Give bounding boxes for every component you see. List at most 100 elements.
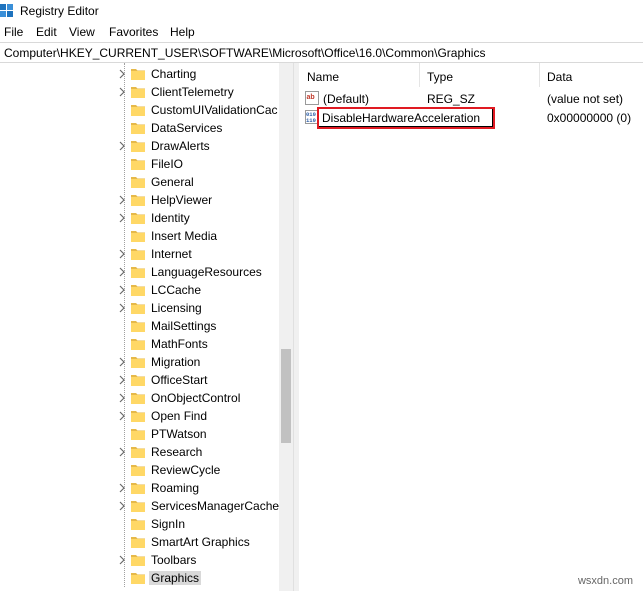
tree-item-label: ClientTelemetry: [151, 85, 234, 99]
chevron-right-icon[interactable]: [117, 482, 127, 494]
folder-icon: [131, 267, 145, 278]
value-name: (Default): [323, 92, 370, 106]
folder-icon: [131, 519, 145, 530]
folder-icon: [131, 447, 145, 458]
tree-item[interactable]: DrawAlerts: [0, 137, 279, 155]
folder-icon: [131, 249, 145, 260]
tree-item-label: Roaming: [151, 481, 200, 495]
chevron-right-icon[interactable]: [117, 194, 127, 206]
tree-item[interactable]: ServicesManagerCache: [0, 497, 279, 515]
chevron-right-icon[interactable]: [117, 68, 127, 80]
tree-scrollbar[interactable]: [279, 63, 293, 591]
tree-item-label: Insert Media: [151, 229, 218, 243]
chevron-right-icon[interactable]: [117, 356, 127, 368]
chevron-right-icon[interactable]: [117, 248, 127, 260]
value-row[interactable]: ab (Default) REG_SZ (value not set): [299, 89, 643, 109]
menu-help[interactable]: Help: [170, 25, 195, 39]
values-list[interactable]: Name Type Data ab (Default) REG_SZ (valu…: [299, 63, 643, 591]
menu-favorites[interactable]: Favorites: [109, 25, 158, 39]
column-header-type[interactable]: Type: [419, 63, 539, 87]
tree-item[interactable]: Insert Media: [0, 227, 279, 245]
tree-item-label: OnObjectControl: [151, 391, 241, 405]
tree-item[interactable]: Research: [0, 443, 279, 461]
tree-item[interactable]: OfficeStart: [0, 371, 279, 389]
tree-item[interactable]: Roaming: [0, 479, 279, 497]
folder-icon: [131, 357, 145, 368]
folder-icon: [131, 483, 145, 494]
tree-item-label: DrawAlerts: [151, 139, 210, 153]
tree-item[interactable]: Internet: [0, 245, 279, 263]
tree-item[interactable]: PTWatson: [0, 425, 279, 443]
column-header-name[interactable]: Name: [299, 63, 419, 87]
annotation-highlight-box: [317, 107, 495, 129]
chevron-right-icon[interactable]: [117, 266, 127, 278]
chevron-right-icon[interactable]: [117, 446, 127, 458]
tree-item[interactable]: Charting: [0, 65, 279, 83]
key-tree[interactable]: Charting ClientTelemetry CustomUIValidatio…: [0, 63, 293, 591]
tree-item[interactable]: CustomUIValidationCac: [0, 101, 279, 119]
chevron-right-icon[interactable]: [117, 86, 127, 98]
tree-item[interactable]: MathFonts: [0, 335, 279, 353]
tree-item[interactable]: DataServices: [0, 119, 279, 137]
tree-item[interactable]: Migration: [0, 353, 279, 371]
tree-item-label: ServicesManagerCache: [151, 499, 280, 513]
tree-item[interactable]: General: [0, 173, 279, 191]
chevron-right-icon[interactable]: [117, 410, 127, 422]
value-data: (value not set): [547, 92, 624, 106]
watermark: wsxdn.com: [577, 575, 633, 587]
tree-item[interactable]: LanguageResources: [0, 263, 279, 281]
tree-item-label: Identity: [151, 211, 190, 225]
folder-icon: [131, 123, 145, 134]
registry-icon: [0, 4, 13, 17]
svg-text:110: 110: [306, 117, 316, 124]
folder-icon: [131, 465, 145, 476]
folder-icon: [131, 213, 145, 224]
tree-item-label: LCCache: [151, 283, 202, 297]
chevron-right-icon[interactable]: [117, 374, 127, 386]
address-path[interactable]: Computer\HKEY_CURRENT_USER\SOFTWARE\Micr…: [4, 46, 485, 60]
tree-item[interactable]: SignIn: [0, 515, 279, 533]
tree-item[interactable]: ClientTelemetry: [0, 83, 279, 101]
tree-item[interactable]: Identity: [0, 209, 279, 227]
tree-item[interactable]: FileIO: [0, 155, 279, 173]
chevron-right-icon[interactable]: [117, 212, 127, 224]
menu-file[interactable]: File: [4, 25, 23, 39]
tree-item[interactable]: HelpViewer: [0, 191, 279, 209]
chevron-right-icon[interactable]: [117, 140, 127, 152]
tree-item-label: Licensing: [151, 301, 202, 315]
folder-icon: [131, 537, 145, 548]
tree-item-label: ReviewCycle: [151, 463, 221, 477]
tree-item[interactable]: OnObjectControl: [0, 389, 279, 407]
tree-item-label: Toolbars: [151, 553, 197, 567]
chevron-right-icon[interactable]: [117, 302, 127, 314]
folder-icon: [131, 105, 145, 116]
folder-icon: [131, 285, 145, 296]
chevron-right-icon[interactable]: [117, 554, 127, 566]
chevron-right-icon[interactable]: [117, 500, 127, 512]
tree-item[interactable]: Open Find: [0, 407, 279, 425]
tree-item-label: Internet: [151, 247, 192, 261]
chevron-right-icon[interactable]: [117, 284, 127, 296]
tree-item[interactable]: MailSettings: [0, 317, 279, 335]
tree-item[interactable]: ReviewCycle: [0, 461, 279, 479]
menu-bar: File Edit View Favorites Help: [0, 22, 643, 42]
tree-item[interactable]: LCCache: [0, 281, 279, 299]
menu-edit[interactable]: Edit: [36, 25, 57, 39]
folder-icon: [131, 177, 145, 188]
tree-item-label: LanguageResources: [151, 265, 262, 279]
folder-icon: [131, 321, 145, 332]
tree-item-label: General: [151, 175, 194, 189]
tree-item[interactable]: Toolbars: [0, 551, 279, 569]
title-bar: Registry Editor: [0, 0, 643, 22]
column-header-data[interactable]: Data: [539, 63, 643, 87]
column-header-data-label: Data: [547, 70, 573, 84]
folder-icon: [131, 339, 145, 350]
tree-item[interactable]: SmartArt Graphics: [0, 533, 279, 551]
svg-text:ab: ab: [307, 94, 315, 101]
address-bar[interactable]: Computer\HKEY_CURRENT_USER\SOFTWARE\Micr…: [0, 42, 643, 63]
tree-item[interactable]: Licensing: [0, 299, 279, 317]
chevron-right-icon[interactable]: [117, 392, 127, 404]
tree-scrollbar-thumb[interactable]: [281, 349, 291, 443]
menu-view[interactable]: View: [69, 25, 95, 39]
tree-item[interactable]: Graphics: [0, 569, 279, 587]
